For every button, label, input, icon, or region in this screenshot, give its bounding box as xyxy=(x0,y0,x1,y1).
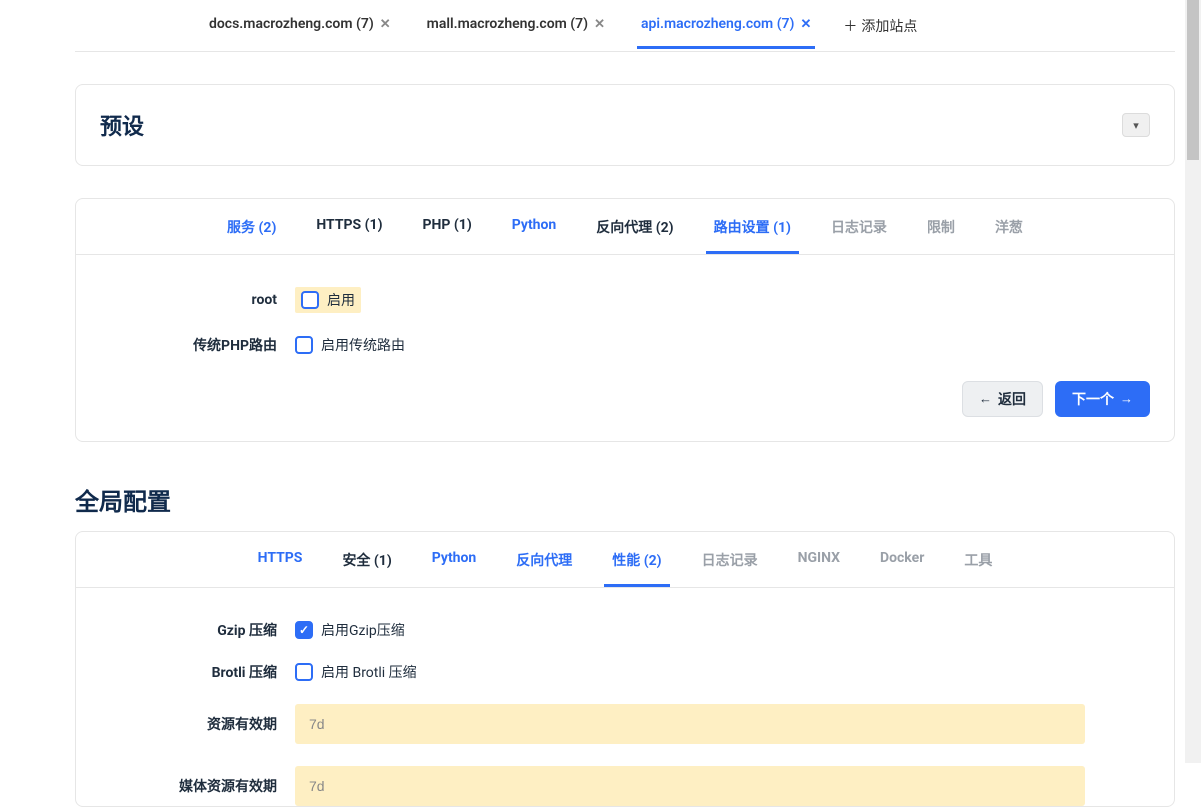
preset-inner-tabs: 服务 (2) HTTPS (1) PHP (1) Python 反向代理 (2)… xyxy=(76,199,1174,255)
input-media-expire[interactable] xyxy=(295,766,1085,806)
close-icon[interactable]: ✕ xyxy=(380,17,391,32)
row-php-route: 传统PHP路由 启用传统路由 xyxy=(100,335,1150,355)
tab-global-python[interactable]: Python xyxy=(424,532,485,587)
preset-card-title: 预设 xyxy=(100,109,144,141)
tab-onion[interactable]: 洋葱 xyxy=(987,199,1031,254)
add-site-button[interactable]: ＋ 添加站点 xyxy=(843,16,917,36)
chevron-down-icon: ▾ xyxy=(1133,119,1139,132)
tab-global-https[interactable]: HTTPS xyxy=(250,532,311,587)
close-icon[interactable]: ✕ xyxy=(594,17,605,32)
row-root: root 启用 xyxy=(100,287,1150,313)
tab-php[interactable]: PHP (1) xyxy=(415,199,480,254)
routing-form: root 启用 传统PHP路由 启用传统路由 xyxy=(76,255,1174,381)
arrow-right-icon: → xyxy=(1120,391,1133,407)
checkbox-gzip-enable[interactable]: ✓ xyxy=(295,621,313,639)
tab-global-tools[interactable]: 工具 xyxy=(956,532,1000,587)
collapse-button[interactable]: ▾ xyxy=(1122,113,1150,137)
add-site-label: 添加站点 xyxy=(861,16,917,36)
tab-logging[interactable]: 日志记录 xyxy=(823,199,895,254)
checkbox-php-route-enable[interactable] xyxy=(295,336,313,354)
next-label: 下一个 xyxy=(1072,389,1114,409)
tab-python[interactable]: Python xyxy=(504,199,565,254)
global-config-heading: 全局配置 xyxy=(75,482,1175,517)
global-inner-tabs: HTTPS 安全 (1) Python 反向代理 性能 (2) 日志记录 NGI… xyxy=(76,532,1174,588)
tab-routing[interactable]: 路由设置 (1) xyxy=(706,199,799,254)
tab-global-performance[interactable]: 性能 (2) xyxy=(604,532,669,587)
tab-reverse-proxy[interactable]: 反向代理 (2) xyxy=(588,199,681,254)
site-tab-api[interactable]: api.macrozheng.com (7) ✕ xyxy=(637,2,815,49)
tab-global-nginx[interactable]: NGINX xyxy=(790,532,848,587)
label-brotli: Brotli 压缩 xyxy=(100,662,295,682)
label-media-expire: 媒体资源有效期 xyxy=(100,776,295,796)
tab-global-docker[interactable]: Docker xyxy=(872,532,932,587)
label-root: root xyxy=(100,292,295,308)
tab-global-security[interactable]: 安全 (1) xyxy=(334,532,399,587)
routing-card: 服务 (2) HTTPS (1) PHP (1) Python 反向代理 (2)… xyxy=(75,198,1175,442)
row-asset-expire: 资源有效期 xyxy=(100,704,1150,744)
close-icon[interactable]: ✕ xyxy=(800,17,811,32)
tab-global-reverse-proxy[interactable]: 反向代理 xyxy=(508,532,580,587)
performance-form: Gzip 压缩 ✓ 启用Gzip压缩 Brotli 压缩 启用 Brotli 压… xyxy=(76,588,1174,806)
site-tab-mall[interactable]: mall.macrozheng.com (7) ✕ xyxy=(423,2,609,49)
next-button[interactable]: 下一个 → xyxy=(1055,381,1150,417)
preset-card-header: 预设 ▾ xyxy=(76,85,1174,165)
tab-limit[interactable]: 限制 xyxy=(919,199,963,254)
plus-icon: ＋ xyxy=(843,16,857,36)
site-tab-docs[interactable]: docs.macrozheng.com (7) ✕ xyxy=(205,2,395,49)
arrow-left-icon: ← xyxy=(979,391,992,407)
input-asset-expire[interactable] xyxy=(295,704,1085,744)
preset-card: 预设 ▾ xyxy=(75,84,1175,166)
site-tab-label: mall.macrozheng.com (7) xyxy=(427,16,588,32)
tab-https[interactable]: HTTPS (1) xyxy=(308,199,390,254)
row-gzip: Gzip 压缩 ✓ 启用Gzip压缩 xyxy=(100,620,1150,640)
checkbox-brotli-label: 启用 Brotli 压缩 xyxy=(321,662,417,682)
checkbox-php-route-label: 启用传统路由 xyxy=(321,335,405,355)
site-tabs: docs.macrozheng.com (7) ✕ mall.macrozhen… xyxy=(75,0,1175,52)
tab-service[interactable]: 服务 (2) xyxy=(219,199,284,254)
check-icon: ✓ xyxy=(299,623,309,637)
site-tab-label: docs.macrozheng.com (7) xyxy=(209,16,374,32)
checkbox-gzip-label: 启用Gzip压缩 xyxy=(321,620,405,640)
checkbox-root-enable[interactable] xyxy=(301,291,319,309)
scrollbar-thumb[interactable] xyxy=(1187,0,1199,160)
site-tab-label: api.macrozheng.com (7) xyxy=(641,16,794,32)
row-media-expire: 媒体资源有效期 xyxy=(100,766,1150,806)
tab-global-logging[interactable]: 日志记录 xyxy=(694,532,766,587)
label-php-route: 传统PHP路由 xyxy=(100,335,295,355)
global-card: HTTPS 安全 (1) Python 反向代理 性能 (2) 日志记录 NGI… xyxy=(75,531,1175,807)
back-button[interactable]: ← 返回 xyxy=(962,381,1043,417)
label-gzip: Gzip 压缩 xyxy=(100,620,295,640)
vertical-scrollbar[interactable] xyxy=(1185,0,1201,763)
routing-buttons: ← 返回 下一个 → xyxy=(76,381,1174,441)
label-asset-expire: 资源有效期 xyxy=(100,714,295,734)
checkbox-root-label: 启用 xyxy=(327,290,355,310)
checkbox-brotli-enable[interactable] xyxy=(295,663,313,681)
back-label: 返回 xyxy=(998,389,1026,409)
row-brotli: Brotli 压缩 启用 Brotli 压缩 xyxy=(100,662,1150,682)
